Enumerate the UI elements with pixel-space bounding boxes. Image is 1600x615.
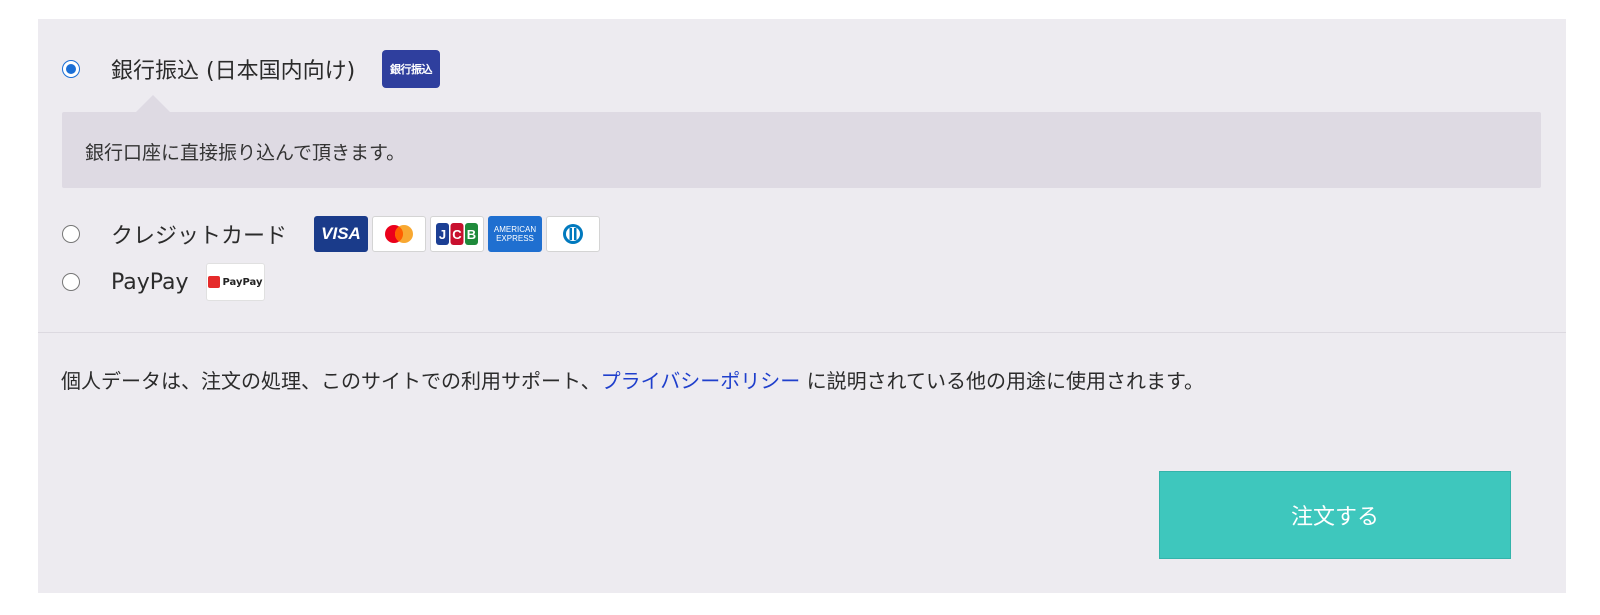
privacy-notice-text-before: 個人データは、注文の処理、このサイトでの利用サポート、 — [61, 369, 601, 393]
amex-logo-text: AMERICAN EXPRESS — [493, 225, 537, 243]
privacy-notice: 個人データは、注文の処理、このサイトでの利用サポート、プライバシーポリシー に説… — [61, 365, 1204, 394]
mastercard-logo-icon — [372, 216, 426, 252]
paypay-radio[interactable] — [62, 273, 80, 291]
bank-transfer-label[interactable]: 銀行振込 (日本国内向け) — [111, 53, 355, 85]
credit-card-radio[interactable] — [62, 225, 80, 243]
privacy-policy-link[interactable]: プライバシーポリシー — [601, 369, 801, 393]
description-pointer — [136, 95, 170, 112]
visa-logo-icon: VISA — [314, 216, 368, 252]
payment-panel: 銀行振込 (日本国内向け) 銀行振込 銀行口座に直接振り込んで頂きます。 クレジ… — [38, 19, 1566, 593]
privacy-notice-text-after: に説明されている他の用途に使用されます。 — [800, 369, 1204, 393]
visa-logo-text: VISA — [321, 224, 361, 243]
paypay-label[interactable]: PayPay — [111, 270, 189, 295]
svg-text:C: C — [452, 227, 462, 242]
payment-methods-list: 銀行振込 (日本国内向け) 銀行振込 銀行口座に直接振り込んで頂きます。 クレジ… — [38, 19, 1566, 333]
jcb-logo-icon: J C B — [430, 216, 484, 252]
place-order-button[interactable]: 注文する — [1159, 471, 1511, 559]
paypay-mark-icon — [208, 276, 221, 288]
paypay-logo-icon: PayPay — [206, 263, 265, 301]
bank-transfer-description-text: 銀行口座に直接振り込んで頂きます。 — [85, 142, 406, 164]
payment-method-paypay[interactable]: PayPay PayPay — [38, 262, 1566, 302]
credit-card-label[interactable]: クレジットカード — [111, 218, 287, 250]
svg-text:J: J — [439, 227, 446, 242]
bank-transfer-radio[interactable] — [62, 60, 80, 78]
bank-transfer-badge-icon: 銀行振込 — [382, 50, 440, 88]
bank-transfer-description: 銀行口座に直接振り込んで頂きます。 — [62, 95, 1541, 188]
payment-method-bank-transfer[interactable]: 銀行振込 (日本国内向け) 銀行振込 — [38, 49, 1566, 89]
payment-method-credit-card[interactable]: クレジットカード VISA J C B AMERICAN EXPRESS — [38, 214, 1566, 254]
svg-text:B: B — [467, 227, 476, 242]
paypay-logo-text: PayPay — [222, 276, 263, 288]
diners-logo-icon — [546, 216, 600, 252]
card-logos: VISA J C B AMERICAN EXPRESS — [314, 216, 600, 252]
amex-logo-icon: AMERICAN EXPRESS — [488, 216, 542, 252]
